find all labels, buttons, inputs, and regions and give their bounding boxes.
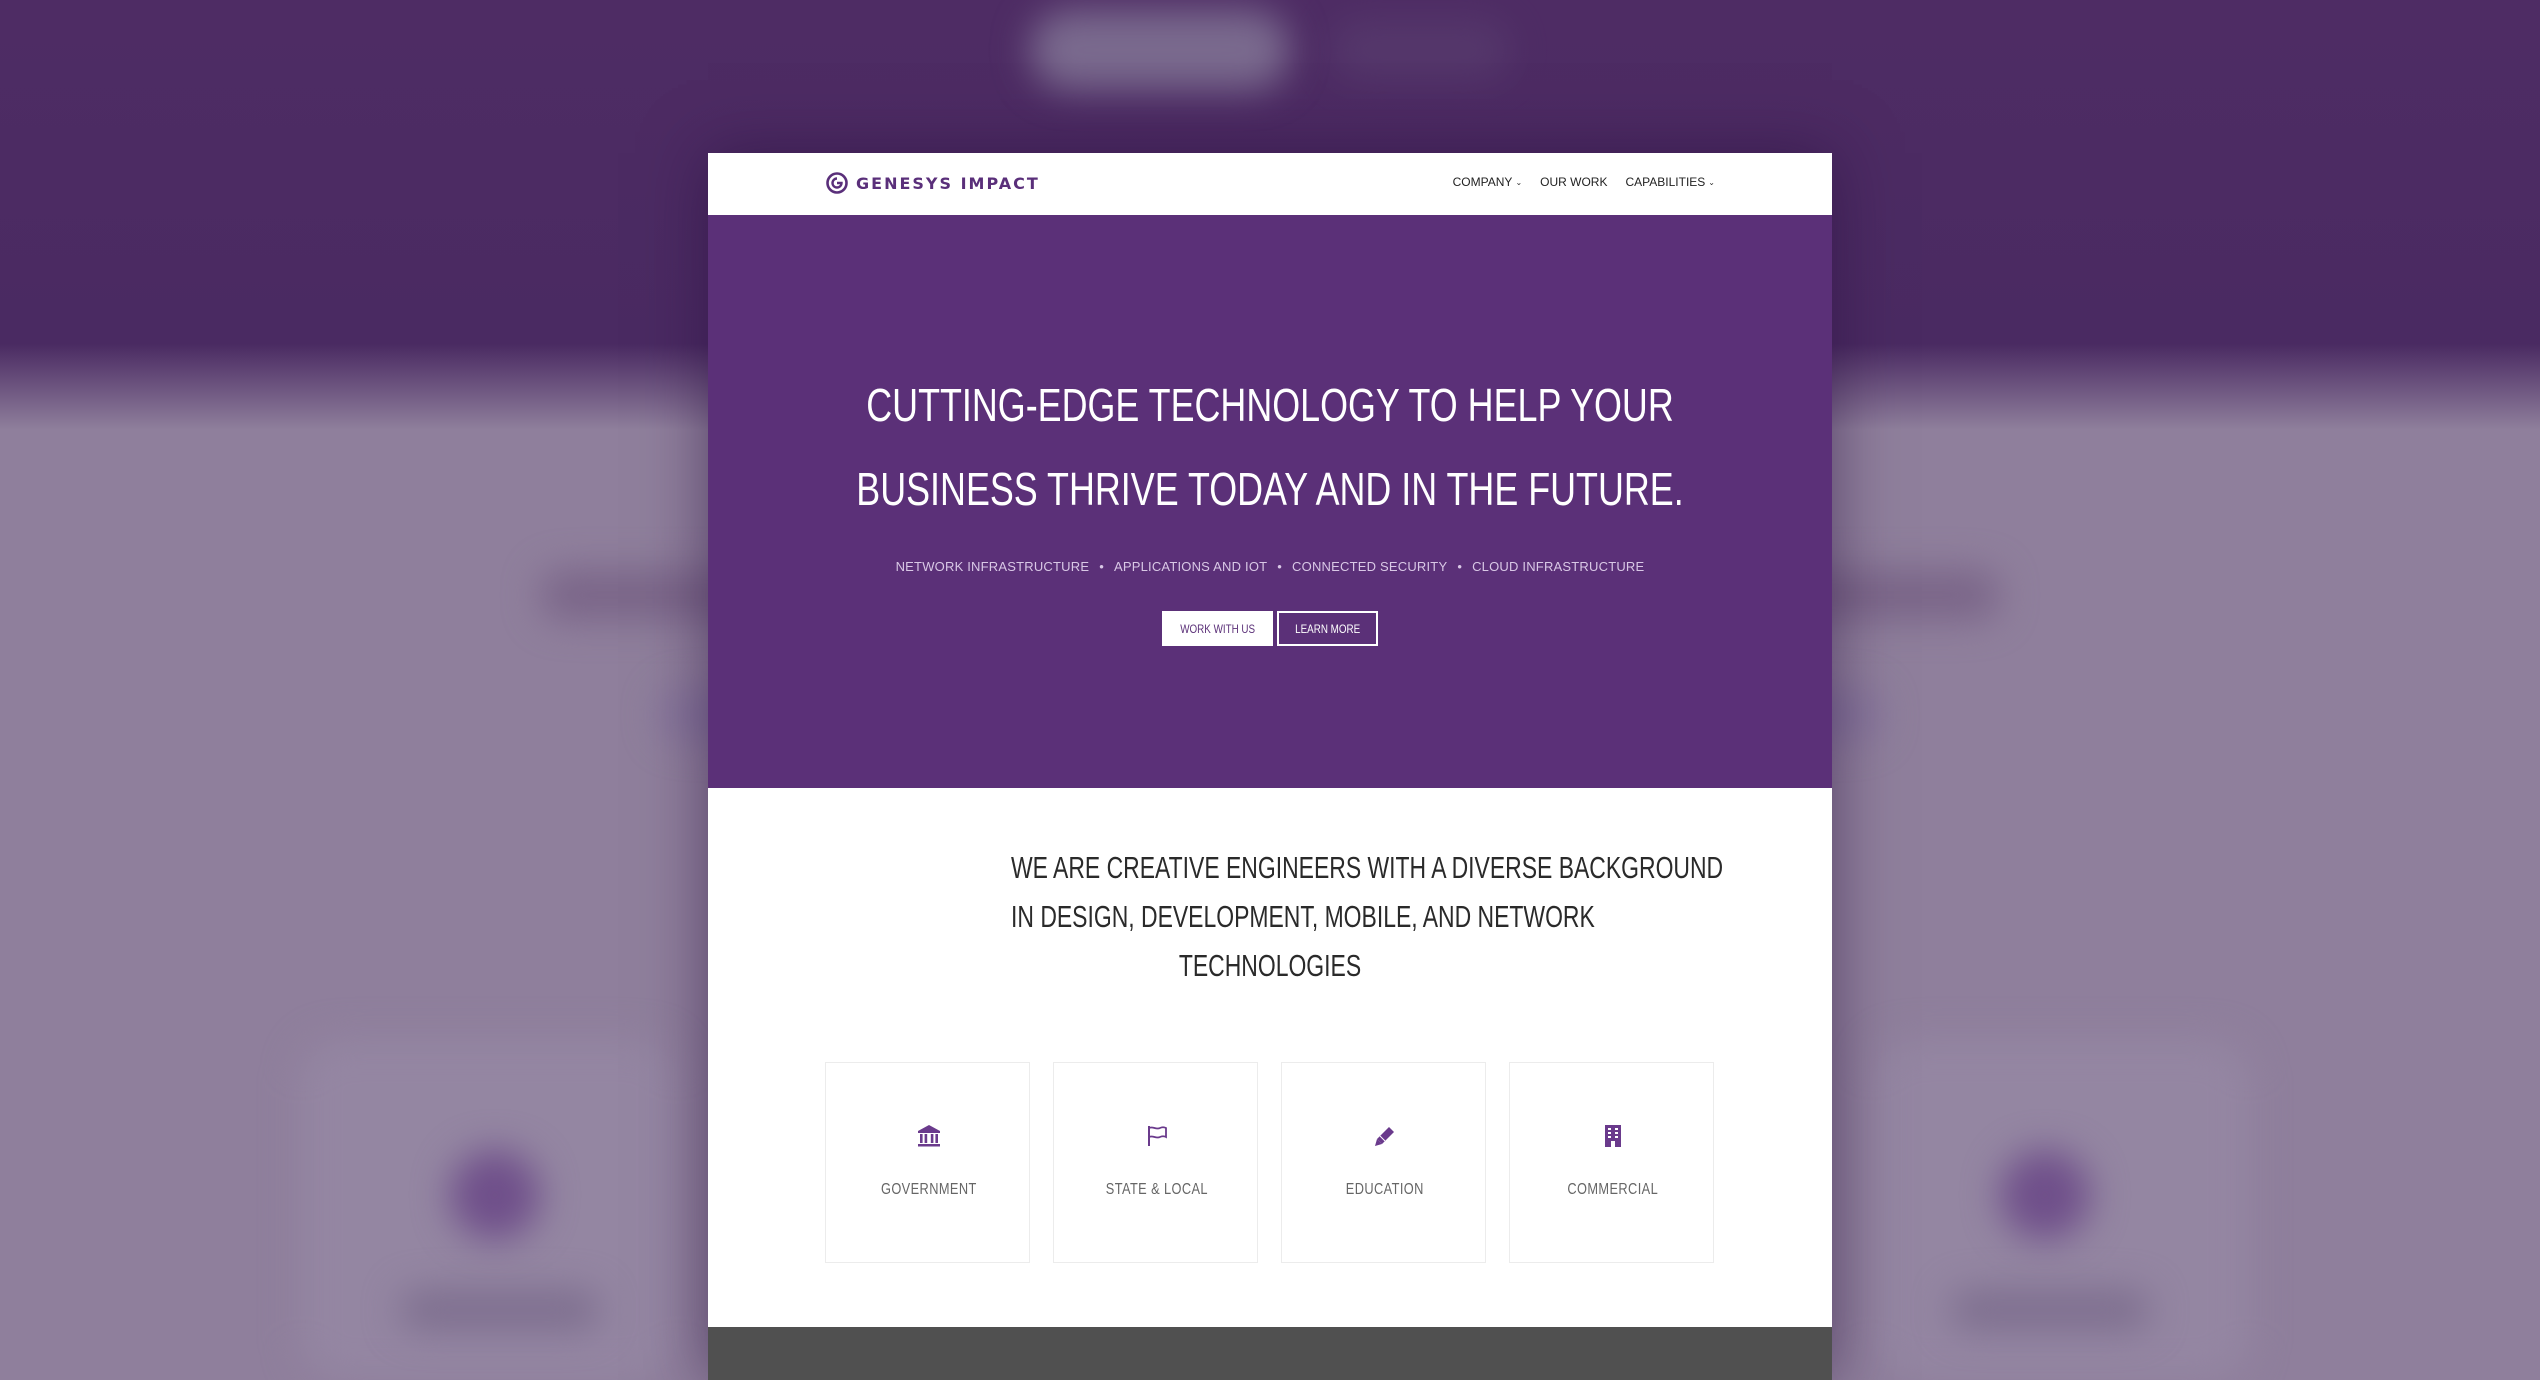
backdrop-blur-label [400, 1290, 600, 1330]
nav-item-label: CAPABILITIES [1625, 175, 1706, 189]
card-label: STATE & LOCAL [1054, 1181, 1259, 1199]
brand-name: GENESYS IMPACT [856, 173, 1040, 193]
card-label-text: STATE & LOCAL [1105, 1181, 1208, 1198]
hero-tagline: NETWORK INFRASTRUCTURE • APPLICATIONS AND … [708, 559, 1832, 574]
navbar: GENESYS IMPACT COMPANY ⌄ OUR WORK CAPABI… [708, 153, 1832, 215]
intro-heading: WE ARE CREATIVE ENGINEERS WITH A DIVERSE… [920, 843, 1724, 990]
intro-heading-line: TECHNOLOGIES [1178, 948, 1362, 983]
card-label-text: GOVERNMENT [880, 1181, 977, 1198]
tag-cloud-infrastructure: CLOUD INFRASTRUCTURE [1472, 559, 1645, 574]
button-label: WORK WITH US [1180, 621, 1255, 636]
nav-item-company[interactable]: COMPANY ⌄ [1453, 175, 1523, 189]
main-nav: COMPANY ⌄ OUR WORK CAPABILITIES ⌄ [1453, 175, 1715, 189]
sector-cards: GOVERNMENT STATE & LOCAL EDUCATION COMME… [825, 1062, 1714, 1263]
bullet-separator: • [1457, 559, 1463, 574]
work-with-us-button[interactable]: WORK WITH US [1162, 611, 1273, 646]
bullet-separator: • [1099, 559, 1104, 574]
hero-title-line: CUTTING-EDGE TECHNOLOGY TO HELP YOUR [866, 379, 1674, 431]
building-icon [1604, 1125, 1621, 1147]
chevron-down-icon: ⌄ [1708, 177, 1715, 187]
card-state-local[interactable]: STATE & LOCAL [1053, 1062, 1258, 1263]
genesys-logo-icon [826, 172, 848, 194]
backdrop-blur-label [1950, 1290, 2150, 1330]
card-label-text: COMMERCIAL [1567, 1181, 1658, 1198]
card-label-text: EDUCATION [1345, 1181, 1424, 1198]
card-education[interactable]: EDUCATION [1281, 1062, 1486, 1263]
bank-icon [917, 1125, 940, 1147]
brand-logo[interactable]: GENESYS IMPACT [825, 171, 1040, 195]
nav-item-label: COMPANY [1452, 175, 1513, 189]
button-label: LEARN MORE [1294, 621, 1361, 636]
learn-more-button[interactable]: LEARN MORE [1277, 611, 1378, 646]
flag-icon [1147, 1126, 1167, 1146]
backdrop-blur-icon [2000, 1150, 2090, 1240]
intro-heading-line: IN DESIGN, DEVELOPMENT, MOBILE, AND NETW… [1011, 899, 1595, 934]
nav-item-capabilities[interactable]: CAPABILITIES ⌄ [1625, 175, 1715, 189]
hero-section: CUTTING-EDGE TECHNOLOGY TO HELP YOUR BUS… [708, 215, 1832, 788]
nav-item-label: OUR WORK [1540, 175, 1608, 189]
card-commercial[interactable]: COMMERCIAL [1509, 1062, 1714, 1263]
card-icon-wrap [1510, 1123, 1715, 1149]
intro-section: WE ARE CREATIVE ENGINEERS WITH A DIVERSE… [708, 788, 1832, 1328]
footer-bar [708, 1327, 1832, 1380]
card-icon-wrap [1054, 1123, 1259, 1149]
card-label: GOVERNMENT [826, 1181, 1031, 1199]
card-label: COMMERCIAL [1510, 1181, 1715, 1199]
tag-applications-iot: APPLICATIONS AND IOT [1113, 559, 1268, 574]
backdrop-blur-shape [1330, 20, 1510, 80]
nav-item-our-work[interactable]: OUR WORK [1540, 175, 1607, 189]
hero-title: CUTTING-EDGE TECHNOLOGY TO HELP YOUR BUS… [708, 363, 1832, 531]
tag-network-infrastructure: NETWORK INFRASTRUCTURE [895, 559, 1090, 574]
intro-heading-line: WE ARE CREATIVE ENGINEERS WITH A DIVERSE… [1011, 850, 1724, 885]
hero-title-line: BUSINESS THRIVE TODAY AND IN THE FUTURE. [856, 463, 1684, 515]
backdrop-blur-icon [450, 1150, 540, 1240]
pencil-icon [1374, 1127, 1394, 1146]
chevron-down-icon: ⌄ [1515, 177, 1523, 187]
backdrop-blur-shape [1030, 10, 1290, 90]
card-government[interactable]: GOVERNMENT [825, 1062, 1030, 1263]
card-icon-wrap [826, 1123, 1031, 1149]
hero-buttons: WORK WITH US LEARN MORE [708, 611, 1832, 646]
website-preview: GENESYS IMPACT COMPANY ⌄ OUR WORK CAPABI… [708, 153, 1832, 1380]
bullet-separator: • [1277, 559, 1283, 574]
card-label: EDUCATION [1282, 1181, 1487, 1199]
card-icon-wrap [1282, 1123, 1487, 1149]
tag-connected-security: CONNECTED SECURITY [1292, 559, 1448, 574]
